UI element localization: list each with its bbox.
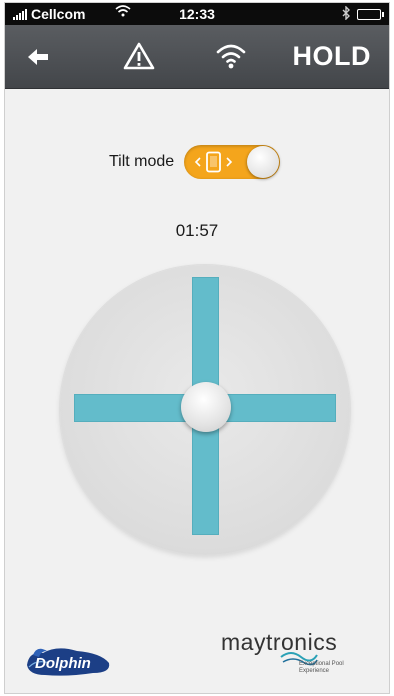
status-time: 12:33 — [179, 6, 215, 22]
joystick-knob[interactable] — [181, 382, 231, 432]
tilt-mode-toggle[interactable] — [184, 145, 281, 179]
battery-icon — [357, 9, 384, 20]
maytronics-tagline: Exceptional Pool Experience — [299, 661, 344, 674]
hold-button[interactable]: HOLD — [293, 41, 372, 72]
app-frame: Cellcom 12:33 HOLD Tilt mode 01:57 Dolph… — [4, 2, 390, 694]
nav-bar: HOLD — [5, 25, 389, 89]
timer-display: 01:57 — [175, 221, 219, 240]
tilt-mode-row: Tilt mode — [109, 145, 281, 179]
tilt-mode-label: Tilt mode — [109, 153, 175, 170]
phone-tilt-icon — [194, 151, 234, 173]
maytronics-logo: maytronics Exceptional Pool Experience — [221, 627, 371, 687]
back-arrow-icon[interactable] — [23, 43, 53, 71]
joystick-pad[interactable] — [60, 265, 350, 555]
toggle-knob[interactable] — [247, 146, 280, 178]
status-bar: Cellcom 12:33 — [5, 3, 389, 25]
dolphin-logo-text: Dolphin — [35, 655, 91, 672]
bluetooth-icon — [342, 5, 351, 23]
warning-triangle-icon[interactable] — [123, 41, 155, 71]
wifi-icon[interactable] — [215, 40, 247, 72]
